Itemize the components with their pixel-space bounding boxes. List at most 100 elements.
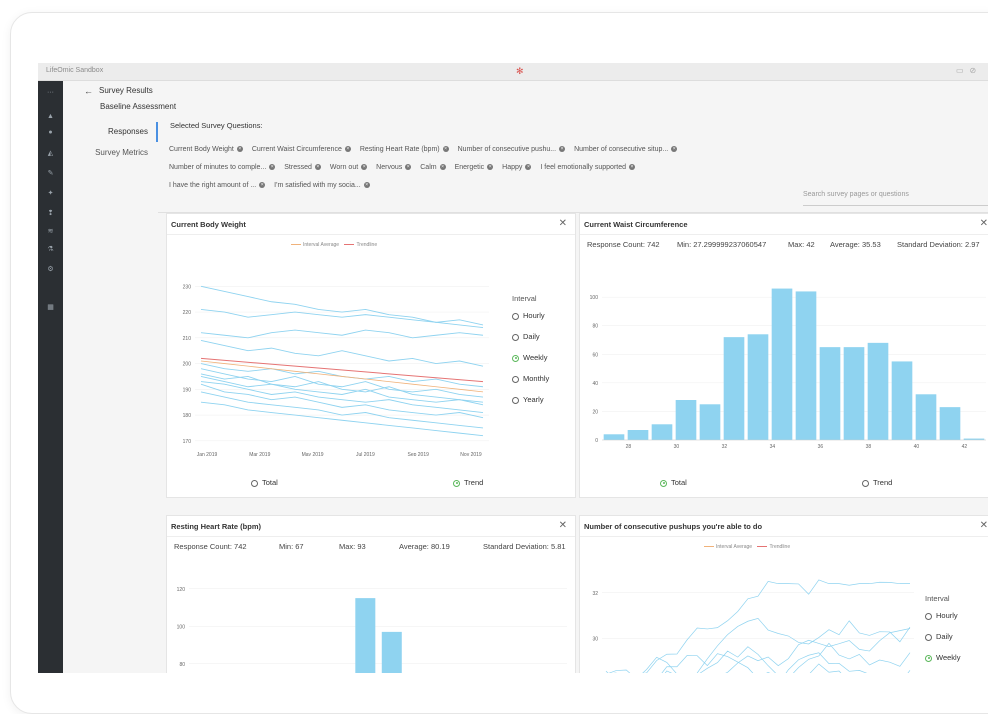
x-tick-label: 38 [866,444,872,450]
legend-swatch-trend [344,244,355,246]
left-icon-bar: ··· ▲ ● ◭ ✎ ✦ ❢ ≋ ⚗ ⚙ ▦ [38,81,63,673]
mode-total-radio[interactable]: Total [251,478,278,487]
chip-row: Number of minutes to comple... × Stressed ×… [167,156,642,173]
question-chip[interactable]: Resting Heart Rate (bpm) × [358,144,451,155]
flask-icon[interactable]: ⚗ [38,245,63,253]
question-chip[interactable]: Number of consecutive situp... × [572,144,679,155]
question-chip[interactable]: Nervous × [374,162,413,173]
histogram-bar [603,434,625,440]
radio-circle [512,375,519,383]
x-tick-label: 36 [818,444,824,450]
question-chip[interactable]: Current Waist Circumference × [250,144,353,155]
gear-icon[interactable]: ⚙ [38,265,63,273]
chip-row: Current Body Weight × Current Waist Circum… [167,138,684,155]
panel-header-divider [167,536,575,537]
x-tick-label: Jul 2019 [356,452,375,456]
series-line [643,579,910,673]
chip-remove-icon[interactable]: × [363,182,370,189]
y-tick-label: 100 [590,295,599,301]
chip-label: I have the right amount of ... [169,182,257,189]
window-controls-icon[interactable]: ▭⊘ [956,66,982,75]
chip-label: Stressed [284,164,312,171]
chip-remove-icon[interactable]: × [671,146,678,153]
chip-remove-icon[interactable]: × [629,164,636,171]
question-chip[interactable]: I have the right amount of ... × [167,180,267,191]
chip-remove-icon[interactable]: × [361,164,368,171]
analytics-icon[interactable]: ◭ [38,149,63,157]
chip-label: Current Body Weight [169,146,234,153]
chip-remove-icon[interactable]: × [259,182,266,189]
question-chip[interactable]: Energetic × [453,162,496,173]
chip-label: I'm satisfied with my socia... [274,182,361,189]
interval-option[interactable]: Hourly [512,311,545,320]
chip-remove-icon[interactable]: × [269,164,276,171]
interval-option[interactable]: Daily [925,632,953,641]
chip-remove-icon[interactable]: × [442,146,449,153]
interval-option-label: Hourly [523,311,545,320]
tools-icon[interactable]: ✎ [38,169,63,177]
person-icon[interactable]: ● [38,129,63,136]
question-chip[interactable]: Calm × [418,162,447,173]
panel-title: Current Body Weight [171,220,246,229]
interval-option[interactable]: Weekly [512,353,547,362]
question-chip[interactable]: Number of minutes to comple... × [167,162,277,173]
network-icon[interactable]: ✦ [38,189,63,197]
close-icon[interactable]: ✕ [980,520,988,531]
chip-remove-icon[interactable]: × [525,164,532,171]
stats-row: Response Count: 742 Min: 67 Max: 93 Aver… [167,542,575,552]
chart-icon[interactable]: ▲ [38,113,63,120]
main-content: ← Survey Results Baseline Assessment Res… [63,81,988,673]
x-tick-label: 40 [914,444,920,450]
chip-remove-icon[interactable]: × [344,146,351,153]
y-tick-label: 32 [592,591,598,597]
interval-option[interactable]: Weekly [925,653,960,662]
subnav-responses[interactable]: Responses [108,127,148,136]
x-tick-label: 30 [674,444,680,450]
chip-label: Nervous [376,164,403,171]
mode-total-radio[interactable]: Total [660,478,687,487]
legend-trend-label: Trendline [356,242,378,248]
chip-remove-icon[interactable]: × [487,164,494,171]
question-chip[interactable]: Stressed × [282,162,323,173]
search-input[interactable]: Search survey pages or questions [803,189,988,206]
question-chip[interactable]: I'm satisfied with my socia... × [272,180,372,191]
chip-label: Current Waist Circumference [251,146,342,153]
layers-icon[interactable]: ≋ [38,227,63,235]
pin-icon[interactable]: ❢ [38,209,63,217]
x-tick-label: 32 [722,444,728,450]
stat-average: Average: 80.19 [399,542,450,551]
interval-option[interactable]: Daily [512,332,540,341]
question-chip[interactable]: Worn out × [328,162,369,173]
histogram-bar [675,400,697,440]
chip-remove-icon[interactable]: × [559,146,566,153]
back-arrow-icon[interactable]: ← [84,86,93,96]
close-icon[interactable]: ✕ [559,520,567,531]
series-line [200,363,484,388]
legend-swatch-avg [704,546,714,548]
subnav-survey-metrics[interactable]: Survey Metrics [95,148,148,157]
question-chip[interactable]: I feel emotionally supported × [538,162,637,173]
mode-trend-radio[interactable]: Trend [862,478,892,487]
question-chip[interactable]: Happy × [500,162,533,173]
histogram-bar [699,404,721,440]
chip-remove-icon[interactable]: × [314,164,321,171]
x-tick-label: 34 [770,444,776,450]
close-icon[interactable]: ✕ [559,218,567,229]
x-tick-label: Nov 2019 [460,452,482,456]
question-chip[interactable]: Number of consecutive pushu... × [456,144,567,155]
question-chip[interactable]: Current Body Weight × [167,144,245,155]
x-tick-label: Mar 2019 [249,452,270,456]
chip-remove-icon[interactable]: × [439,164,446,171]
chip-remove-icon[interactable]: × [405,164,412,171]
panel-title: Current Waist Circumference [584,220,688,229]
more-icon[interactable]: ··· [38,89,63,96]
interval-option[interactable]: Yearly [512,395,544,404]
chart-legend: Interval Average Trendline [700,544,790,550]
chip-remove-icon[interactable]: × [236,146,243,153]
close-icon[interactable]: ✕ [980,218,988,229]
mode-trend-radio[interactable]: Trend [453,478,483,487]
interval-option[interactable]: Monthly [512,374,549,383]
grid-icon[interactable]: ▦ [38,303,63,311]
y-tick-label: 230 [183,284,192,290]
interval-option[interactable]: Hourly [925,611,958,620]
